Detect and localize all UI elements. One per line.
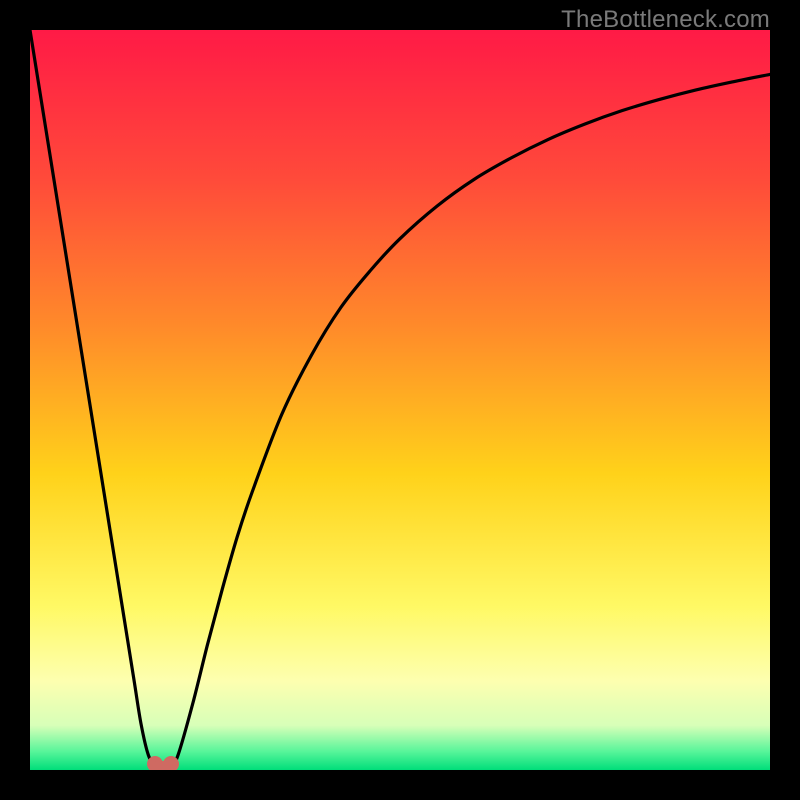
bottleneck-curve	[30, 30, 770, 770]
chart-stage: TheBottleneck.com	[0, 0, 800, 800]
plot-area	[30, 30, 770, 770]
curve-path	[30, 30, 770, 770]
